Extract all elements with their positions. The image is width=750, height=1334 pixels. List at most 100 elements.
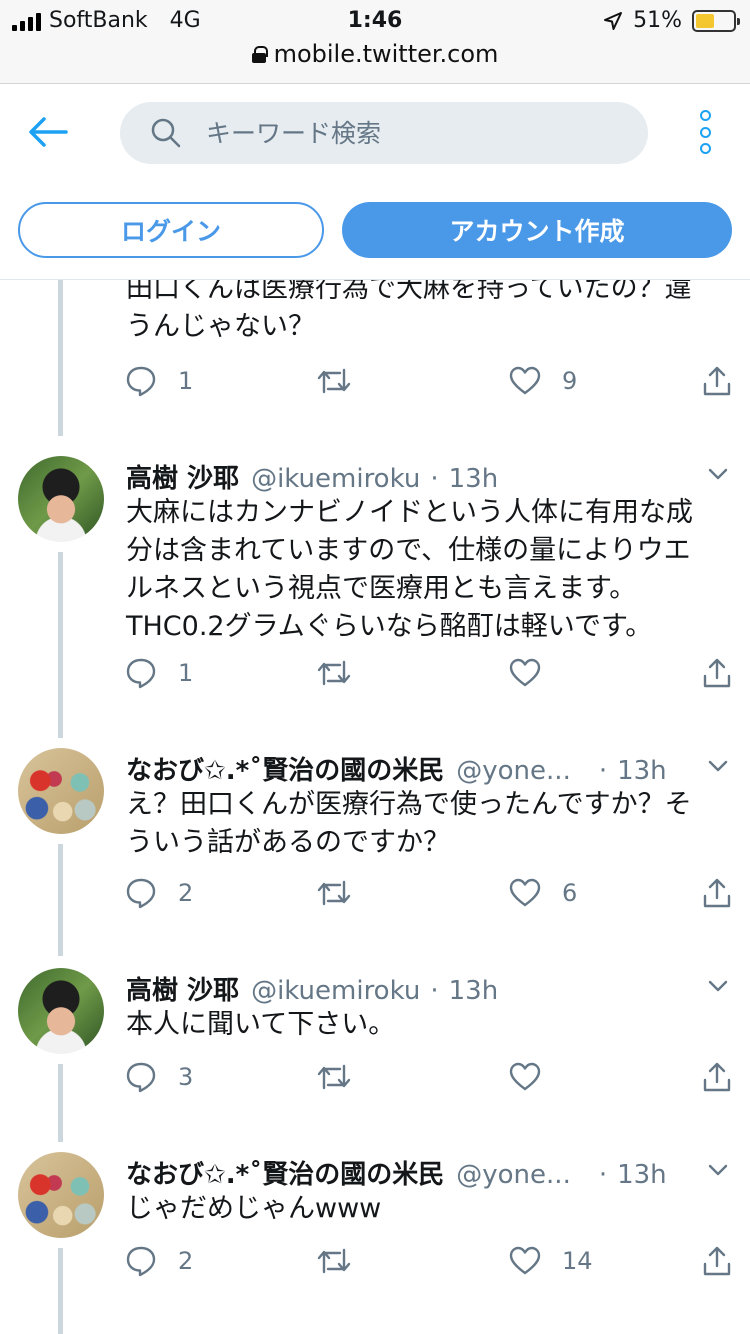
thread-line bbox=[58, 1064, 63, 1142]
author-name[interactable]: なおび✩.*˚賢治の國の米民 bbox=[126, 1154, 444, 1191]
retweet-button[interactable] bbox=[316, 876, 372, 910]
tweet[interactable]: 高樹 沙耶 @ikuemiroku · 13h 大麻にはカンナビノイドという人体… bbox=[0, 450, 750, 740]
search-input[interactable] bbox=[206, 118, 606, 148]
tweet-actions: 2 6 bbox=[124, 876, 736, 910]
like-button[interactable] bbox=[508, 1060, 562, 1094]
tweet[interactable]: 田口くんは医療行為で大麻を持っていたの？違 うんじゃない？ 1 9 bbox=[0, 280, 750, 450]
heart-icon bbox=[509, 366, 541, 395]
tweet-text-line: うんじゃない？ bbox=[126, 311, 315, 342]
tweet-text-line: え？田口くんが医療行為で使ったんですか？そ bbox=[126, 789, 692, 820]
heart-icon bbox=[509, 1062, 541, 1091]
share-button[interactable] bbox=[700, 1244, 734, 1278]
tweet-text-line: 田口くんは医療行為で大麻を持っていたの？違 bbox=[126, 280, 692, 304]
signup-button[interactable]: アカウント作成 bbox=[342, 202, 732, 258]
login-button[interactable]: ログイン bbox=[18, 202, 324, 258]
reply-icon bbox=[126, 1246, 156, 1277]
heart-icon bbox=[509, 1246, 541, 1275]
chevron-down-icon[interactable] bbox=[708, 976, 728, 996]
chevron-down-icon[interactable] bbox=[708, 756, 728, 776]
tweet-header: なおび✩.*˚賢治の國の米民 @yone... · 13h bbox=[126, 1154, 667, 1191]
author-handle[interactable]: @yone... bbox=[456, 1160, 571, 1190]
like-button[interactable]: 14 bbox=[508, 1244, 593, 1278]
reply-count: 3 bbox=[178, 1063, 194, 1091]
tweet-text: じゃだめじゃんwww bbox=[126, 1190, 726, 1228]
back-arrow-icon[interactable] bbox=[26, 114, 70, 150]
retweet-icon bbox=[317, 1248, 351, 1274]
retweet-icon bbox=[317, 368, 351, 394]
share-icon bbox=[703, 878, 731, 908]
author-handle[interactable]: @ikuemiroku bbox=[251, 464, 420, 494]
avatar[interactable] bbox=[18, 456, 104, 542]
like-button[interactable]: 9 bbox=[508, 364, 577, 398]
author-name[interactable]: なおび✩.*˚賢治の國の米民 bbox=[126, 750, 444, 787]
author-handle[interactable]: @ikuemiroku bbox=[251, 976, 420, 1006]
thread-line bbox=[58, 280, 63, 436]
chevron-down-icon[interactable] bbox=[708, 464, 728, 484]
status-bar: SoftBank 4G 1:46 51% mobile.twitter.com bbox=[0, 0, 750, 84]
share-button[interactable] bbox=[700, 364, 734, 398]
avatar[interactable] bbox=[18, 748, 104, 834]
more-vertical-icon[interactable] bbox=[698, 110, 712, 154]
author-handle[interactable]: @yone... bbox=[456, 756, 571, 786]
like-button[interactable]: 6 bbox=[508, 876, 577, 910]
tweet-header: 高樹 沙耶 @ikuemiroku · 13h bbox=[126, 458, 498, 495]
avatar[interactable] bbox=[18, 968, 104, 1054]
reply-button[interactable]: 2 bbox=[124, 1244, 193, 1278]
chevron-down-icon[interactable] bbox=[708, 1160, 728, 1180]
reply-button[interactable]: 3 bbox=[124, 1060, 193, 1094]
battery-percent: 51% bbox=[633, 8, 682, 33]
tweet-time[interactable]: 13h bbox=[449, 464, 499, 494]
tweet-actions: 2 14 bbox=[124, 1244, 736, 1278]
reply-icon bbox=[126, 366, 156, 397]
tweet-actions: 1 bbox=[124, 656, 736, 690]
share-button[interactable] bbox=[700, 656, 734, 690]
thread-line bbox=[58, 844, 63, 956]
tweet-text-line: ういう話があるのですか？ bbox=[126, 827, 450, 858]
tweet-text-line: 本人に聞いて下さい。 bbox=[126, 1009, 396, 1040]
tweet-text: 本人に聞いて下さい。 bbox=[126, 1006, 726, 1044]
share-button[interactable] bbox=[700, 876, 734, 910]
tweet-header: 高樹 沙耶 @ikuemiroku · 13h bbox=[126, 970, 498, 1007]
share-icon bbox=[703, 1246, 731, 1276]
tweet-text-line: THC0.2グラムぐらいなら酩酊は軽いです。 bbox=[126, 611, 653, 642]
reply-count: 1 bbox=[178, 367, 194, 395]
author-name[interactable]: 高樹 沙耶 bbox=[126, 970, 239, 1007]
tweet-actions: 3 bbox=[124, 1060, 736, 1094]
url-bar[interactable]: mobile.twitter.com bbox=[0, 40, 750, 68]
tweet-time[interactable]: 13h bbox=[617, 1160, 667, 1190]
url-text: mobile.twitter.com bbox=[273, 40, 499, 68]
tweet-feed[interactable]: 田口くんは医療行為で大麻を持っていたの？違 うんじゃない？ 1 9 高樹 沙耶 … bbox=[0, 280, 750, 1334]
tweet[interactable]: なおび✩.*˚賢治の國の米民 @yone... · 13h え？田口くんが医療行… bbox=[0, 742, 750, 958]
search-icon bbox=[151, 118, 181, 148]
retweet-button[interactable] bbox=[316, 1244, 372, 1278]
retweet-icon bbox=[317, 880, 351, 906]
reply-button[interactable]: 2 bbox=[124, 876, 193, 910]
retweet-button[interactable] bbox=[316, 1060, 372, 1094]
tweet-header: なおび✩.*˚賢治の國の米民 @yone... · 13h bbox=[126, 750, 667, 787]
battery-icon bbox=[692, 9, 740, 32]
reply-count: 2 bbox=[178, 1247, 194, 1275]
heart-icon bbox=[509, 658, 541, 687]
retweet-button[interactable] bbox=[316, 656, 372, 690]
reply-icon bbox=[126, 878, 156, 909]
tweet-time[interactable]: 13h bbox=[617, 756, 667, 786]
avatar[interactable] bbox=[18, 1152, 104, 1238]
reply-button[interactable]: 1 bbox=[124, 656, 193, 690]
share-button[interactable] bbox=[700, 1060, 734, 1094]
search-bar[interactable] bbox=[120, 102, 648, 164]
author-name[interactable]: 高樹 沙耶 bbox=[126, 458, 239, 495]
reply-count: 2 bbox=[178, 879, 194, 907]
tweet-text-line: じゃだめじゃんwww bbox=[126, 1193, 382, 1224]
like-button[interactable] bbox=[508, 656, 562, 690]
tweet-text: 田口くんは医療行為で大麻を持っていたの？違 うんじゃない？ bbox=[126, 280, 726, 346]
tweet-time[interactable]: 13h bbox=[449, 976, 499, 1006]
tweet-text: 大麻にはカンナビノイドという人体に有用な成 分は含まれていますので、仕様の量によ… bbox=[126, 494, 726, 646]
thread-line bbox=[58, 1248, 63, 1334]
tweet[interactable]: なおび✩.*˚賢治の國の米民 @yone... · 13h じゃだめじゃんwww… bbox=[0, 1146, 750, 1334]
tweet[interactable]: 高樹 沙耶 @ikuemiroku · 13h 本人に聞いて下さい。 3 bbox=[0, 962, 750, 1142]
location-arrow-icon bbox=[604, 11, 623, 30]
retweet-button[interactable] bbox=[316, 364, 372, 398]
tweet-text-line: 分は含まれていますので、仕様の量によりウエ bbox=[126, 535, 691, 566]
app-header: ログイン アカウント作成 bbox=[0, 84, 750, 280]
reply-button[interactable]: 1 bbox=[124, 364, 193, 398]
